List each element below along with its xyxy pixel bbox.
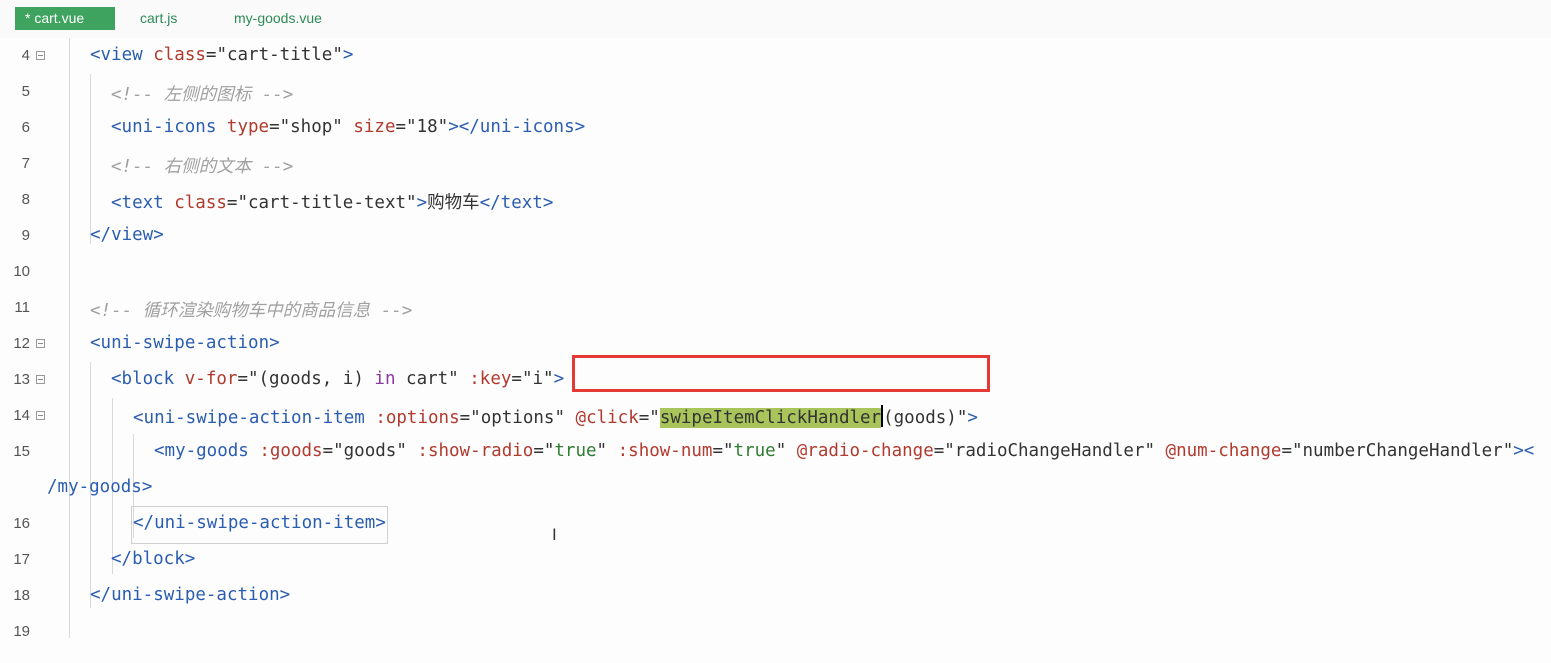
line-number: 10 — [13, 263, 30, 280]
line-number: 18 — [13, 587, 30, 604]
tab-my-goods-vue[interactable]: my-goods.vue — [234, 7, 322, 30]
code-text: </block> — [111, 549, 196, 569]
line-number: 9 — [21, 227, 30, 244]
code-line: 7 <!-- 右侧的文本 --> — [0, 146, 1551, 182]
highlight-box — [572, 355, 990, 392]
code-line: 15 <my-goods :goods="goods" :show-radio=… — [0, 434, 1551, 470]
code-text: </view> — [90, 225, 164, 245]
line-number: 11 — [14, 299, 30, 316]
code-line: 9 </view> — [0, 218, 1551, 254]
fold-toggle-icon[interactable] — [36, 411, 45, 420]
code-text: <text class="cart-title-text">购物车</text> — [111, 193, 554, 213]
code-text: <uni-icons type="shop" size="18"></uni-i… — [111, 117, 586, 137]
line-number: 14 — [13, 407, 30, 424]
line-number: 4 — [21, 47, 30, 64]
line-number: 7 — [21, 155, 30, 172]
code-line: 14 <uni-swipe-action-item :options="opti… — [0, 398, 1551, 434]
code-text: <block v-for="(goods, i) in cart" :key="… — [111, 369, 565, 389]
code-comment: <!-- 右侧的文本 --> — [111, 157, 294, 177]
code-line: 8 <text class="cart-title-text">购物车</tex… — [0, 182, 1551, 218]
code-line-wrap: /my-goods> — [0, 470, 1551, 506]
line-number: 6 — [21, 119, 30, 136]
fold-toggle-icon[interactable] — [36, 51, 45, 60]
code-comment: <!-- 左侧的图标 --> — [111, 85, 294, 105]
code-text: </uni-swipe-action-item> — [133, 513, 386, 533]
code-line: 10 — [0, 254, 1551, 290]
mouse-ibeam-icon: I — [552, 525, 557, 544]
line-number: 8 — [21, 191, 30, 208]
code-line: 16 </uni-swipe-action-item> — [0, 506, 1551, 544]
code-text: <uni-swipe-action> — [90, 333, 280, 353]
code-editor[interactable]: 4 <view class="cart-title"> 5 <!-- 左侧的图标… — [0, 38, 1551, 663]
line-number: 12 — [13, 335, 30, 352]
code-line: 4 <view class="cart-title"> — [0, 38, 1551, 74]
code-comment: <!-- 循环渲染购物车中的商品信息 --> — [90, 301, 413, 321]
code-line: 19 — [0, 614, 1551, 650]
code-text: <my-goods :goods="goods" :show-radio="tr… — [154, 441, 1535, 461]
line-number: 13 — [13, 371, 30, 388]
tab-cart-js[interactable]: cart.js — [140, 7, 177, 30]
line-number: 16 — [13, 515, 30, 532]
fold-toggle-icon[interactable] — [36, 339, 45, 348]
code-text: <uni-swipe-action-item :options="options… — [133, 405, 978, 428]
editor-tab-bar: * cart.vue cart.js my-goods.vue — [0, 0, 1551, 38]
code-text: <view class="cart-title"> — [90, 45, 354, 65]
tab-cart-vue[interactable]: * cart.vue — [15, 7, 115, 30]
code-line: 5 <!-- 左侧的图标 --> — [0, 74, 1551, 110]
code-text: </uni-swipe-action> — [90, 585, 291, 605]
line-number: 19 — [13, 623, 30, 640]
code-text: /my-goods> — [47, 477, 153, 497]
line-number: 15 — [13, 443, 30, 460]
code-line: 6 <uni-icons type="shop" size="18"></uni… — [0, 110, 1551, 146]
line-number: 17 — [13, 551, 30, 568]
line-number: 5 — [21, 83, 30, 100]
code-line: 18 </uni-swipe-action> — [0, 578, 1551, 614]
code-line: 11 <!-- 循环渲染购物车中的商品信息 --> — [0, 290, 1551, 326]
selected-handler-name[interactable]: swipeItemClickHandler — [659, 408, 882, 428]
fold-toggle-icon[interactable] — [36, 375, 45, 384]
code-line: 17 </block> — [0, 542, 1551, 578]
